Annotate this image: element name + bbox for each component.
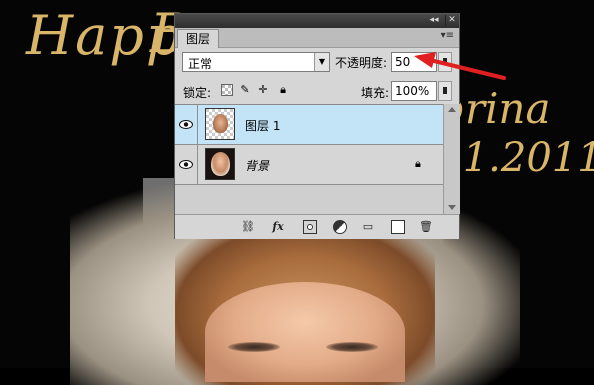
- fill-label: 填充:: [361, 86, 390, 100]
- fx-icon[interactable]: fx: [271, 220, 285, 234]
- blend-mode-value: 正常: [188, 57, 213, 71]
- lock-position-icon[interactable]: ✛: [257, 84, 269, 96]
- layer-name[interactable]: 图层 1: [245, 117, 280, 134]
- photo-face: [205, 282, 405, 382]
- visibility-toggle[interactable]: [175, 105, 198, 144]
- link-icon[interactable]: ⛓: [241, 220, 255, 234]
- chevron-down-icon: ▼: [314, 53, 329, 71]
- thumbnail-image: [213, 114, 228, 133]
- opacity-label: 不透明度:: [335, 56, 388, 70]
- layer-name[interactable]: 背景: [245, 157, 269, 174]
- blend-mode-select[interactable]: 正常 ▼: [182, 52, 330, 72]
- eye-icon: [179, 120, 193, 129]
- visibility-toggle[interactable]: [175, 145, 198, 184]
- layer-thumbnail: [205, 108, 235, 140]
- script-date: .1.2011: [450, 135, 594, 181]
- lock-label: 锁定:: [183, 86, 212, 100]
- photo-eyes: [228, 342, 378, 356]
- scroll-up-icon[interactable]: [448, 107, 456, 112]
- layer-row[interactable]: 图层 1: [175, 105, 443, 145]
- layers-list: 图层 1 背景 🔒︎: [175, 104, 443, 215]
- close-icon[interactable]: ✕: [445, 15, 458, 26]
- thumbnail-image: [211, 152, 230, 176]
- adjustment-icon[interactable]: [333, 220, 347, 234]
- layers-panel: ◂◂ ✕ 图层 ▾≡ 正常 ▼ 不透明度: 锁定: ✎ ✛ 🔒︎ 填充: 图层: [174, 13, 460, 239]
- lock-transparency-icon[interactable]: [221, 84, 233, 96]
- panel-titlebar[interactable]: ◂◂ ✕: [175, 14, 459, 28]
- layers-scrollbar[interactable]: [443, 104, 460, 214]
- new-layer-icon[interactable]: [391, 220, 405, 234]
- eye-icon: [179, 160, 193, 169]
- trash-icon[interactable]: 🗑︎: [419, 220, 433, 234]
- tab-layers[interactable]: 图层: [177, 29, 220, 48]
- lock-icon: 🔒︎: [415, 157, 421, 170]
- panel-bottom-bar: ⛓ fx ▭ 🗑︎: [175, 214, 459, 239]
- panel-menu-icon[interactable]: ▾≡: [441, 30, 454, 41]
- annotation-arrow-icon: [414, 52, 506, 80]
- collapse-icon[interactable]: ◂◂: [428, 15, 440, 26]
- scroll-down-icon[interactable]: [448, 205, 456, 210]
- mask-icon[interactable]: [303, 220, 317, 234]
- layer-row[interactable]: 背景 🔒︎: [175, 145, 443, 185]
- panel-tab-row: 图层 ▾≡: [175, 28, 459, 48]
- folder-icon[interactable]: ▭: [361, 220, 375, 234]
- lock-all-icon[interactable]: 🔒︎: [277, 84, 289, 96]
- layer-thumbnail: [205, 148, 235, 180]
- lock-brush-icon[interactable]: ✎: [239, 84, 251, 96]
